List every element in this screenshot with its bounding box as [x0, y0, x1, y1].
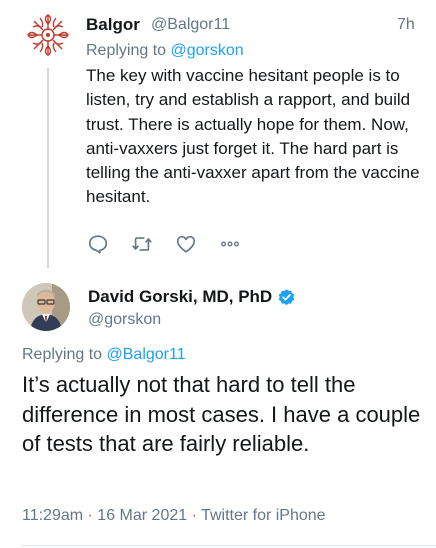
more-button[interactable] — [218, 232, 242, 256]
main-tweet-text: It’s actually not that hard to tell the … — [22, 372, 421, 456]
replying-to-mention-link[interactable]: @Balgor11 — [107, 346, 186, 363]
parent-replying-to: Replying to @gorskon — [86, 42, 244, 60]
parent-tweet[interactable]: Balgor @Balgor11 7h Replying to @gorskon… — [0, 0, 436, 270]
avatar[interactable] — [22, 283, 70, 331]
reply-button[interactable] — [86, 232, 110, 256]
verified-badge-icon — [278, 288, 295, 305]
like-button[interactable] — [174, 232, 198, 256]
parent-timestamp[interactable]: 7h — [397, 16, 415, 34]
author-name-text: David Gorski, MD, PhD — [88, 287, 273, 306]
divider — [22, 545, 436, 546]
parent-action-bar — [86, 232, 262, 256]
author-handle[interactable]: @gorskon — [88, 311, 161, 329]
like-icon — [176, 235, 196, 253]
parent-handle[interactable]: @Balgor11 — [151, 16, 230, 34]
profile-photo-icon — [22, 283, 70, 331]
replying-prefix: Replying to — [22, 346, 107, 363]
replying-to-mention-link[interactable]: @gorskon — [171, 42, 244, 59]
author-display-name[interactable]: David Gorski, MD, PhD — [88, 287, 296, 307]
main-replying-to: Replying to @Balgor11 — [22, 346, 186, 364]
thread-connector-line — [47, 68, 49, 268]
replying-prefix: Replying to — [86, 42, 171, 59]
retweet-button[interactable] — [130, 232, 154, 256]
parent-tweet-text: The key with vaccine hesitant people is … — [86, 66, 420, 207]
retweet-icon — [132, 237, 152, 251]
tweet-timestamp-meta[interactable]: 11:29am · 16 Mar 2021 · Twitter for iPho… — [22, 507, 326, 525]
more-icon — [221, 241, 239, 247]
reply-icon — [88, 235, 108, 254]
ornamental-avatar-icon — [27, 14, 69, 56]
parent-display-name[interactable]: Balgor — [86, 15, 140, 35]
avatar[interactable] — [25, 12, 71, 58]
